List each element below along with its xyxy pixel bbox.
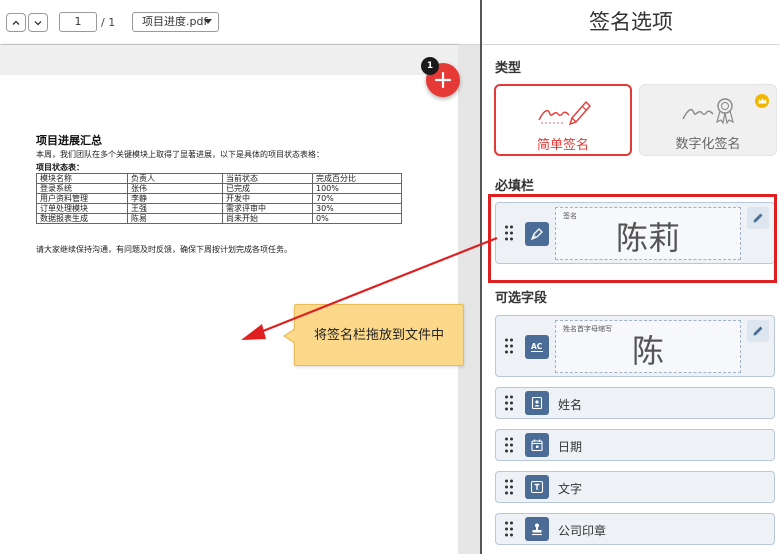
digital-signature-option[interactable]: 数字化签名 [639, 84, 777, 156]
signature-value: 陈莉 [615, 219, 680, 257]
type-section-heading: 类型 [495, 61, 522, 76]
file-select-label: 项目进度.pdf [142, 15, 208, 28]
plus-icon [435, 72, 451, 88]
calendar-icon [525, 433, 549, 457]
text-ac-icon: AC [525, 335, 549, 359]
app-window: 1 / 1 项目进度.pdf 项目进展汇总 本周，我们团队在多个关键模块上取得了… [0, 0, 780, 554]
simple-signature-option[interactable]: 简单签名 [494, 84, 632, 156]
document-table: 模块名称 负责人 当前状态 完成百分比 登录系统 张伟 已完成 100% 用户资… [36, 173, 402, 224]
table-cell: 已完成 [222, 183, 313, 194]
drag-handle-icon[interactable] [504, 437, 514, 453]
table-cell: 用户资料管理 [36, 193, 128, 204]
document-table-title: 项目状态表： [36, 162, 84, 172]
id-card-icon [525, 391, 549, 415]
simple-signature-label: 简单签名 [536, 138, 589, 153]
table-row: 订单处理模块 王强 需求评审中 30% [36, 203, 402, 214]
chevron-up-icon [12, 20, 20, 25]
table-cell: 陈易 [127, 213, 223, 224]
table-cell: 登录系统 [36, 183, 128, 194]
chevron-down-icon [34, 20, 42, 25]
document-footer-text: 请大家继续保持沟通，有问题及时反馈，确保下周按计划完成各项任务。 [36, 245, 292, 254]
page-down-button[interactable] [28, 13, 48, 32]
table-header-row: 模块名称 负责人 当前状态 完成百分比 [36, 173, 402, 184]
pen-nib-icon [525, 222, 549, 246]
table-cell: 订单处理模块 [36, 203, 128, 214]
file-select-dropdown[interactable]: 项目进度.pdf [132, 12, 219, 32]
viewer-toolbar: 1 / 1 项目进度.pdf [0, 0, 480, 45]
table-cell: 30% [312, 203, 402, 214]
date-field[interactable]: 日期 [495, 429, 775, 461]
name-field-label: 姓名 [558, 398, 583, 412]
pen-signature-icon [538, 100, 591, 126]
name-field[interactable]: 姓名 [495, 387, 775, 419]
table-cell: 尚未开始 [222, 213, 313, 224]
pdf-viewer: 1 / 1 项目进度.pdf 项目进展汇总 本周，我们团队在多个关键模块上取得了… [0, 0, 480, 554]
edit-initials-button[interactable] [747, 320, 769, 342]
page-number-input[interactable]: 1 [59, 12, 97, 32]
initials-field[interactable]: AC 姓名首字母缩写 陈 [495, 315, 775, 377]
edit-signature-button[interactable] [747, 207, 769, 229]
premium-crown-icon [755, 94, 769, 108]
initials-preview: 姓名首字母缩写 陈 [555, 320, 741, 373]
drag-hint-text: 将签名栏拖放到文件中 [313, 328, 444, 343]
page-up-button[interactable] [6, 13, 26, 32]
table-cell: 王强 [127, 203, 223, 214]
text-field-label: 文字 [558, 482, 583, 496]
panel-title: 签名选项 [482, 0, 780, 45]
optional-section-heading: 可选字段 [495, 291, 548, 306]
table-cell: 数据报表生成 [36, 213, 128, 224]
viewer-scroll-gutter[interactable] [458, 45, 480, 554]
svg-text:AC: AC [531, 342, 543, 351]
page-top-gap [0, 45, 458, 75]
table-header-cell: 完成百分比 [312, 173, 402, 184]
signature-field[interactable]: 签名 陈莉 [495, 202, 775, 264]
certificate-signature-icon [682, 98, 734, 125]
digital-signature-label: 数字化签名 [675, 137, 741, 152]
company-stamp-field-label: 公司印章 [558, 524, 607, 538]
table-cell: 100% [312, 183, 402, 194]
table-cell: 需求评审中 [222, 203, 313, 214]
table-cell: 张伟 [127, 183, 223, 194]
signature-options-panel: 签名选项 类型 简单签名 数字化签名 必填栏 签名 陈莉 可选字段 AC 姓名首… [482, 0, 780, 554]
stamp-icon [525, 517, 549, 541]
drag-handle-icon[interactable] [504, 521, 514, 537]
table-row: 登录系统 张伟 已完成 100% [36, 183, 402, 194]
table-cell: 李静 [127, 193, 223, 204]
document-intro: 本周，我们团队在多个关键模块上取得了显著进展，以下是具体的项目状态表格： [36, 150, 324, 159]
document-title: 项目进展汇总 [36, 134, 102, 147]
text-field[interactable]: 文字 [495, 471, 775, 503]
table-header-cell: 负责人 [127, 173, 223, 184]
drag-handle-icon[interactable] [504, 338, 514, 354]
drag-handle-icon[interactable] [504, 479, 514, 495]
table-header-cell: 模块名称 [36, 173, 128, 184]
table-cell: 开发中 [222, 193, 313, 204]
table-header-cell: 当前状态 [222, 173, 313, 184]
page-total: / 1 [101, 16, 116, 29]
company-stamp-field[interactable]: 公司印章 [495, 513, 775, 545]
table-cell: 0% [312, 213, 402, 224]
required-section-heading: 必填栏 [495, 179, 535, 194]
drag-handle-icon[interactable] [504, 225, 514, 241]
signature-preview: 签名 陈莉 [555, 207, 741, 260]
date-field-label: 日期 [558, 440, 583, 454]
notification-badge: 1 [421, 57, 439, 75]
drag-handle-icon[interactable] [504, 395, 514, 411]
table-row: 用户资料管理 李静 开发中 70% [36, 193, 402, 204]
document-page[interactable]: 项目进展汇总 本周，我们团队在多个关键模块上取得了显著进展，以下是具体的项目状态… [0, 45, 458, 554]
pencil-icon [753, 213, 763, 223]
caret-down-icon [204, 19, 212, 24]
initials-value: 陈 [631, 332, 664, 370]
table-cell: 70% [312, 193, 402, 204]
pencil-icon [753, 326, 763, 336]
table-row: 数据报表生成 陈易 尚未开始 0% [36, 213, 402, 224]
text-t-icon [525, 475, 549, 499]
drag-hint-tooltip: 将签名栏拖放到文件中 [283, 304, 464, 366]
